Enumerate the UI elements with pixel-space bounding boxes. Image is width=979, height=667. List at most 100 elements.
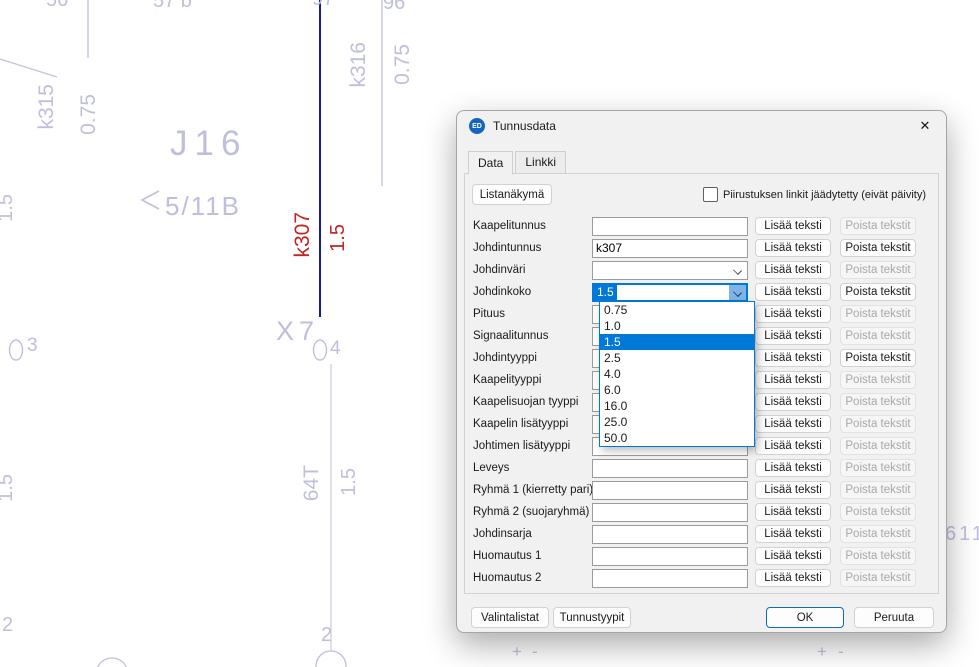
dropdown-option[interactable]: 16.0 <box>600 398 754 414</box>
remove-text-button: Poista tekstit <box>840 305 916 323</box>
field-label: Johdinväri <box>465 264 592 276</box>
johdinkoko-combo[interactable]: 1.5 <box>592 283 748 302</box>
right-edge-ref: 611 <box>945 524 979 544</box>
add-text-button[interactable]: Lisää teksti <box>755 547 831 565</box>
top-edge-ref: 57 b <box>153 0 192 11</box>
dropdown-option[interactable]: 4.0 <box>600 366 754 382</box>
remove-text-button: Poista tekstit <box>840 525 916 543</box>
add-text-button[interactable]: Lisää teksti <box>755 393 831 411</box>
dropdown-option[interactable]: 1.0 <box>600 318 754 334</box>
remove-text-button: Poista tekstit <box>840 371 916 389</box>
remove-text-button[interactable]: Poista tekstit <box>840 349 916 367</box>
wire-label-k307-selected: k307 <box>292 212 313 258</box>
remove-text-button[interactable]: Poista tekstit <box>840 239 916 257</box>
leveys-input[interactable] <box>592 459 748 478</box>
remove-text-button: Poista tekstit <box>840 393 916 411</box>
page-number-label: 2 <box>2 615 13 635</box>
add-text-button[interactable]: Lisää teksti <box>755 415 831 433</box>
connection-arrow-icon <box>142 191 159 209</box>
combo-drop-button[interactable] <box>729 285 746 300</box>
terminal-pin-3-symbol <box>10 340 23 360</box>
dialog-title: Tunnusdata <box>493 119 556 133</box>
add-text-button[interactable]: Lisää teksti <box>755 217 831 235</box>
remove-text-button: Poista tekstit <box>840 415 916 433</box>
pin-number-label: 4 <box>330 339 341 358</box>
field-row-johdintunnus: Johdintunnus Lisää teksti Poista tekstit <box>465 237 938 259</box>
dropdown-option-selected[interactable]: 1.5 <box>600 334 754 350</box>
johdinsarja-input[interactable] <box>592 525 748 544</box>
remove-text-button: Poista tekstit <box>840 327 916 345</box>
valintalistat-button[interactable]: Valintalistat <box>471 607 549 628</box>
remove-text-button[interactable]: Poista tekstit <box>840 283 916 301</box>
freeze-links-checkbox[interactable]: Piirustuksen linkit jäädytetty (eivät pä… <box>703 187 926 202</box>
dropdown-option[interactable]: 6.0 <box>600 382 754 398</box>
tab-data[interactable]: Data <box>468 151 513 175</box>
huomautus2-input[interactable] <box>592 569 748 588</box>
top-edge-ref: 96 <box>383 0 405 13</box>
page-number-label: 2 <box>321 625 332 645</box>
tunnustyypit-button[interactable]: Tunnustyypit <box>553 607 631 628</box>
add-text-button[interactable]: Lisää teksti <box>755 327 831 345</box>
field-row-huomautus1: Huomautus 1 Lisää teksti Poista tekstit <box>465 545 938 567</box>
dropdown-option[interactable]: 0.75 <box>600 302 754 318</box>
duct-size-label: 1.5 <box>339 468 359 496</box>
add-text-button[interactable]: Lisää teksti <box>755 261 831 279</box>
field-label: Johdintunnus <box>465 242 592 254</box>
remove-text-button: Poista tekstit <box>840 503 916 521</box>
add-text-button[interactable]: Lisää teksti <box>755 437 831 455</box>
kaapelitunnus-input[interactable] <box>592 217 748 236</box>
tab-linkki[interactable]: Linkki <box>515 151 566 174</box>
dropdown-option[interactable]: 2.5 <box>600 350 754 366</box>
add-text-button[interactable]: Lisää teksti <box>755 239 831 257</box>
junction-ref-label: 5/11B <box>165 193 241 219</box>
edge-wire-size-label: 1.5 <box>0 474 16 502</box>
tab-strip: Data Linkki <box>468 151 568 174</box>
remove-text-button: Poista tekstit <box>840 547 916 565</box>
field-row-johdinvari: Johdinväri Lisää teksti Poista tekstit <box>465 259 938 281</box>
field-label: Huomautus 2 <box>465 572 592 584</box>
field-label: Pituus <box>465 308 592 320</box>
wire-size-label: 0.75 <box>78 94 99 135</box>
checkbox-box[interactable] <box>703 187 718 202</box>
chevron-down-icon <box>733 266 742 275</box>
pin-number-label: 3 <box>27 336 38 355</box>
add-text-button[interactable]: Lisää teksti <box>755 349 831 367</box>
dropdown-option[interactable]: 25.0 <box>600 414 754 430</box>
add-text-button[interactable]: Lisää teksti <box>755 459 831 477</box>
field-label: Johtimen lisätyyppi <box>465 440 592 452</box>
field-row-huomautus2: Huomautus 2 Lisää teksti Poista tekstit <box>465 567 938 589</box>
remove-text-button: Poista tekstit <box>840 217 916 235</box>
field-row-johdinsarja: Johdinsarja Lisää teksti Poista tekstit <box>465 523 938 545</box>
peruuta-button[interactable]: Peruuta <box>854 607 934 628</box>
field-label: Ryhmä 1 (kierretty pari) <box>465 484 592 496</box>
johdintunnus-input[interactable] <box>592 239 748 258</box>
list-view-button[interactable]: Listanäkymä <box>472 184 552 205</box>
add-text-button[interactable]: Lisää teksti <box>755 371 831 389</box>
add-text-button[interactable]: Lisää teksti <box>755 503 831 521</box>
add-text-button[interactable]: Lisää teksti <box>755 525 831 543</box>
field-label: Kaapelityyppi <box>465 374 592 386</box>
dialog-titlebar[interactable]: ED Tunnusdata ✕ <box>457 111 946 141</box>
cad-canvas: 56 57 b 97 96 k315 0.75 k316 0.75 J16 5/… <box>0 0 979 667</box>
add-text-button[interactable]: Lisää teksti <box>755 283 831 301</box>
terminal-block-label: X7 <box>276 318 319 345</box>
add-text-button[interactable]: Lisää teksti <box>755 569 831 587</box>
add-text-button[interactable]: Lisää teksti <box>755 481 831 499</box>
johdinvari-combo[interactable] <box>592 261 748 280</box>
polarity-plus-label: + <box>512 643 522 660</box>
ryhma1-input[interactable] <box>592 481 748 500</box>
edge-wire-size-label: 1.5 <box>0 194 16 222</box>
field-row-johdinkoko: Johdinkoko 1.5 Lisää teksti Poista tekst… <box>465 281 938 303</box>
field-label: Johdinkoko <box>465 286 592 298</box>
wire-label-k316: k316 <box>348 42 369 88</box>
polarity-minus-label: - <box>838 643 844 660</box>
field-row-leveys: Leveys Lisää teksti Poista tekstit <box>465 457 938 479</box>
top-edge-ref: 97 <box>312 0 334 9</box>
close-icon[interactable]: ✕ <box>904 111 946 141</box>
duct-label: 64T <box>301 465 322 501</box>
add-text-button[interactable]: Lisää teksti <box>755 305 831 323</box>
ryhma2-input[interactable] <box>592 503 748 522</box>
ok-button[interactable]: OK <box>766 607 844 628</box>
huomautus1-input[interactable] <box>592 547 748 566</box>
dropdown-option[interactable]: 50.0 <box>600 430 754 446</box>
